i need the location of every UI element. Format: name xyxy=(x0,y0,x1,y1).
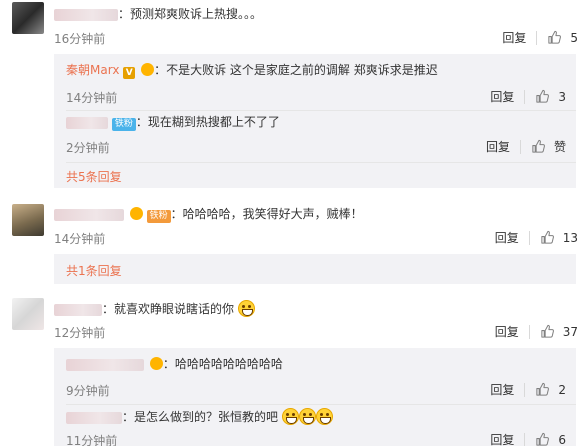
divider xyxy=(536,30,538,45)
comment-text: ：就喜欢睁眼说瞎话的你 xyxy=(54,300,255,317)
avatar[interactable] xyxy=(12,298,44,330)
comment-1: ：预测郑爽败诉上热搜。。。 16分钟前 回复 5 秦朝Marx V ：不是大败诉… xyxy=(0,0,586,188)
replies-box: 共1条回复 xyxy=(54,254,576,284)
like-count: 5 xyxy=(570,30,578,45)
reply-text: 秦朝Marx V ：不是大败诉 这个是家庭之前的调解 郑爽诉求是推迟 xyxy=(66,63,438,79)
reply-item: ：哈哈哈哈哈哈哈哈哈 9分钟前 回复 2 xyxy=(66,354,576,405)
like-button[interactable]: 赞 xyxy=(531,138,566,155)
vip-crown-icon xyxy=(149,357,163,370)
separator xyxy=(66,162,576,163)
like-count: 37 xyxy=(562,324,578,339)
like-button[interactable]: 37 xyxy=(540,324,578,339)
reply-actions: 回复 3 xyxy=(490,88,566,105)
reply-actions: 回复 赞 xyxy=(486,138,566,155)
avatar[interactable] xyxy=(12,2,44,34)
reply-timestamp: 9分钟前 xyxy=(66,384,110,398)
grinning-emoji-icon xyxy=(315,408,333,425)
username-blurred[interactable] xyxy=(54,8,118,21)
reply-actions: 回复 6 xyxy=(490,431,566,446)
show-more-replies[interactable]: 共5条回复 xyxy=(66,168,122,185)
vip-crown-icon xyxy=(141,63,155,76)
reply-item: 秦朝Marx V ：不是大败诉 这个是家庭之前的调解 郑爽诉求是推迟 14分钟前… xyxy=(66,60,576,111)
comment-text: ：预测郑爽败诉上热搜。。。 xyxy=(54,6,262,22)
replies-box: 秦朝Marx V ：不是大败诉 这个是家庭之前的调解 郑爽诉求是推迟 14分钟前… xyxy=(54,54,576,188)
show-more-replies[interactable]: 共1条回复 xyxy=(66,262,122,279)
like-button[interactable]: 2 xyxy=(535,382,566,397)
thumbs-up-icon xyxy=(531,139,546,154)
like-button[interactable]: 5 xyxy=(547,30,578,45)
divider xyxy=(528,230,530,245)
username-blurred[interactable] xyxy=(66,358,144,371)
divider xyxy=(528,324,530,339)
username-blurred[interactable] xyxy=(66,411,122,424)
reply-button[interactable]: 回复 xyxy=(495,323,519,340)
like-button[interactable]: 6 xyxy=(535,432,566,446)
reply-text: 铁粉 ：现在糊到热搜都上不了了 xyxy=(66,114,280,131)
divider xyxy=(524,432,526,446)
reply-username[interactable]: 秦朝Marx xyxy=(66,63,119,77)
fan-badge: 铁粉 xyxy=(146,210,171,223)
username-blurred[interactable] xyxy=(54,208,124,221)
grinning-emoji-icon xyxy=(281,408,299,425)
like-count: 6 xyxy=(558,432,566,446)
thumbs-up-icon xyxy=(535,89,550,104)
reply-item: ：是怎么做到的？张恒教的吧 11分钟前 回复 6 xyxy=(66,406,576,446)
divider xyxy=(524,89,526,104)
reply-timestamp: 2分钟前 xyxy=(66,141,110,155)
reply-timestamp: 14分钟前 xyxy=(66,91,118,105)
thumbs-up-icon xyxy=(547,30,562,45)
reply-button[interactable]: 回复 xyxy=(490,431,514,446)
like-button[interactable]: 13 xyxy=(540,230,578,245)
vip-crown-icon xyxy=(129,207,143,220)
comment-timestamp: 12分钟前 xyxy=(54,326,106,340)
reply-button[interactable]: 回复 xyxy=(486,138,510,155)
like-count: 2 xyxy=(558,382,566,397)
thumbs-up-icon xyxy=(540,230,555,245)
separator xyxy=(66,404,576,405)
comment-timestamp: 14分钟前 xyxy=(54,232,106,246)
username-blurred[interactable] xyxy=(66,116,108,129)
reply-button[interactable]: 回复 xyxy=(502,29,526,46)
like-button[interactable]: 3 xyxy=(535,89,566,104)
reply-item: 铁粉 ：现在糊到热搜都上不了了 2分钟前 回复 赞 xyxy=(66,112,576,163)
username-blurred[interactable] xyxy=(54,303,102,316)
grinning-emoji-icon xyxy=(298,408,316,425)
divider xyxy=(524,382,526,397)
reply-button[interactable]: 回复 xyxy=(490,88,514,105)
separator xyxy=(66,110,576,111)
comment-text: 铁粉 ：哈哈哈哈，我笑得好大声，贼棒！ xyxy=(54,206,363,223)
comment-actions: 回复 13 xyxy=(495,229,578,246)
like-count: 3 xyxy=(558,89,566,104)
comment-2: 铁粉 ：哈哈哈哈，我笑得好大声，贼棒！ 14分钟前 回复 13 共1条回复 xyxy=(0,196,586,288)
comment-timestamp: 16分钟前 xyxy=(54,32,106,46)
thumbs-up-icon xyxy=(535,382,550,397)
like-label: 赞 xyxy=(553,140,566,154)
reply-text: ：哈哈哈哈哈哈哈哈哈 xyxy=(66,356,283,372)
thumbs-up-icon xyxy=(535,432,550,446)
comment-actions: 回复 37 xyxy=(495,323,578,340)
grinning-emoji-icon xyxy=(237,300,255,317)
reply-button[interactable]: 回复 xyxy=(490,381,514,398)
fan-badge: 铁粉 xyxy=(111,118,136,131)
reply-button[interactable]: 回复 xyxy=(495,229,519,246)
verified-badge: V xyxy=(123,67,136,79)
reply-text: ：是怎么做到的？张恒教的吧 xyxy=(66,408,333,425)
comment-3: ：就喜欢睁眼说瞎话的你 12分钟前 回复 37 ：哈哈哈哈哈哈哈哈哈 9分钟前 … xyxy=(0,290,586,446)
reply-actions: 回复 2 xyxy=(490,381,566,398)
thumbs-up-icon xyxy=(540,324,555,339)
replies-box: ：哈哈哈哈哈哈哈哈哈 9分钟前 回复 2 ：是怎么做到的？张恒教的吧 11分钟前… xyxy=(54,348,576,446)
avatar[interactable] xyxy=(12,204,44,236)
divider xyxy=(519,139,521,154)
comment-actions: 回复 5 xyxy=(502,29,578,46)
like-count: 13 xyxy=(562,230,578,245)
reply-timestamp: 11分钟前 xyxy=(66,434,118,446)
